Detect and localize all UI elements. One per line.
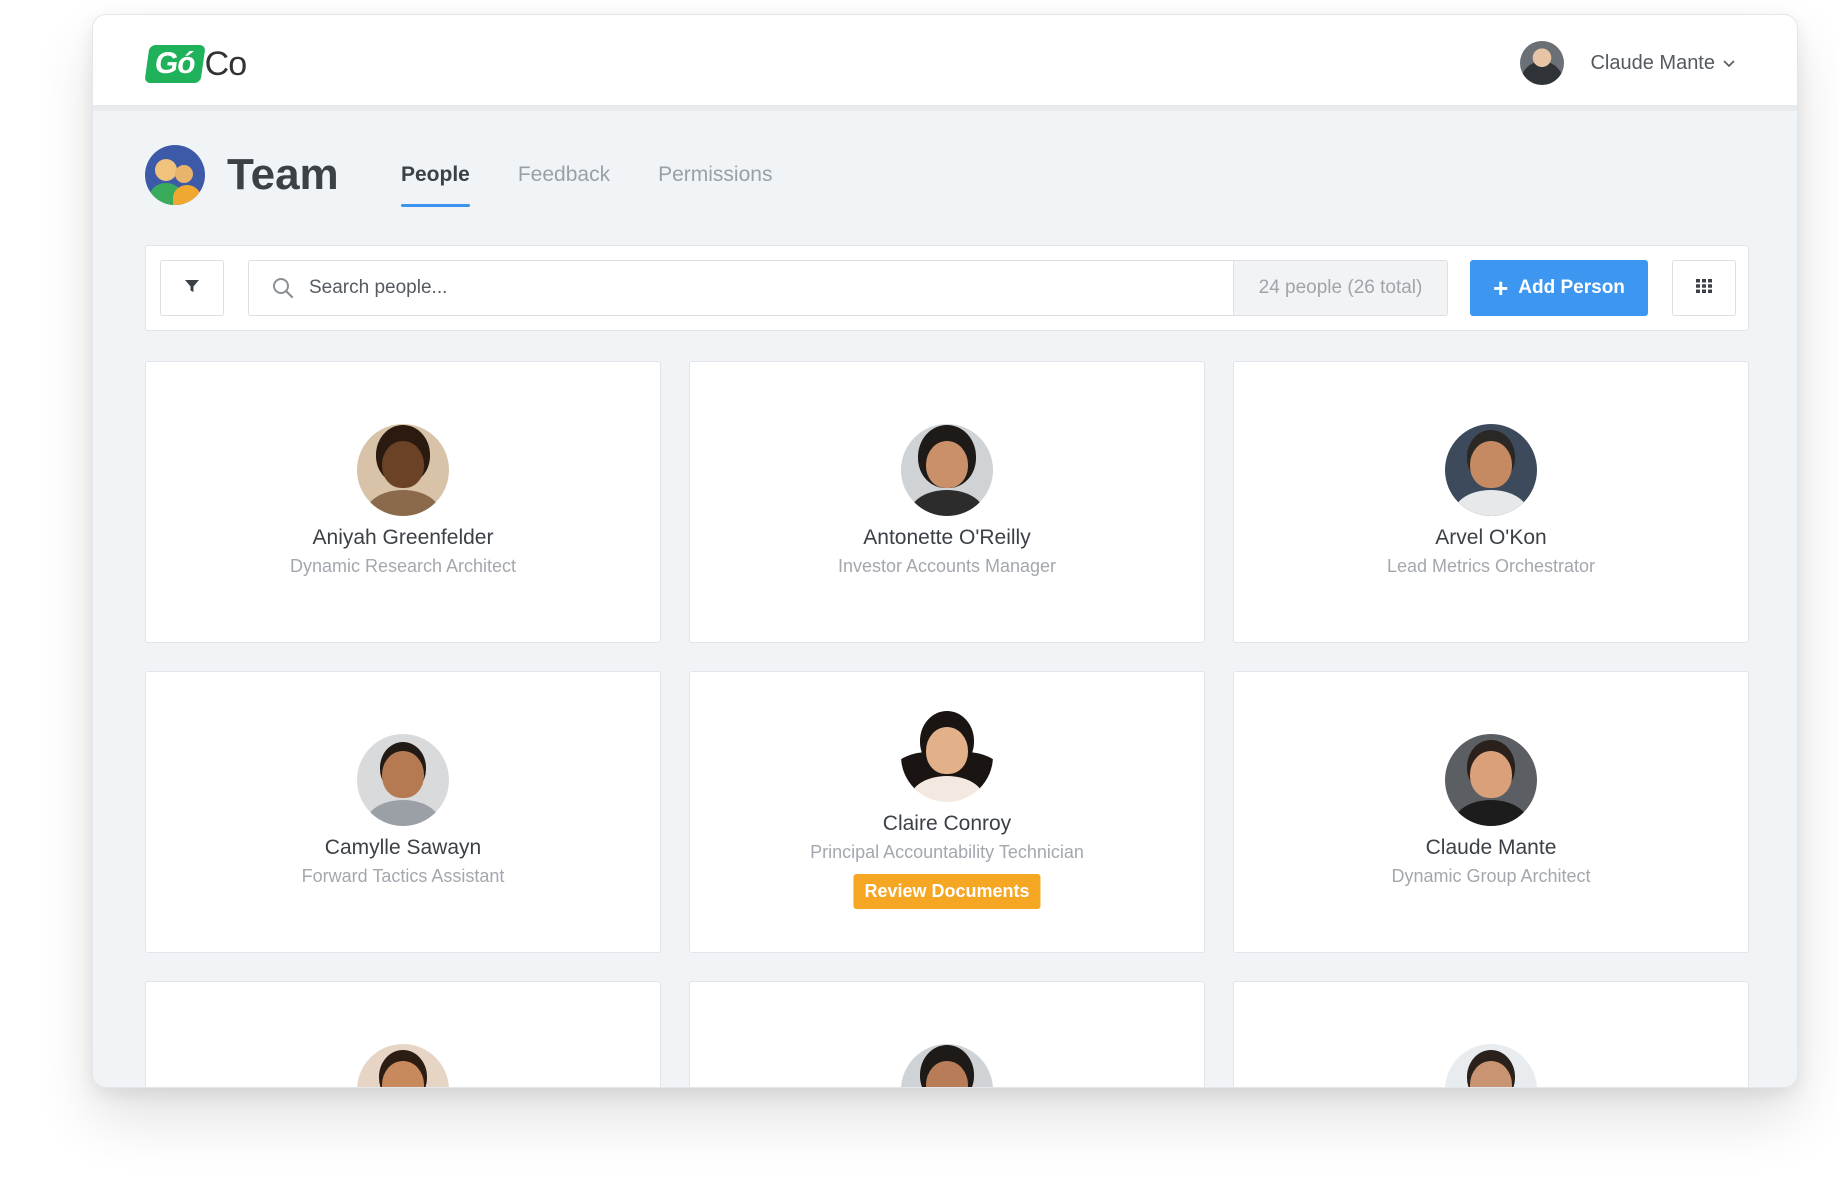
person-name: Aniyah Greenfelder — [312, 526, 494, 549]
grid-view-button[interactable] — [1672, 260, 1736, 316]
person-card[interactable] — [1233, 981, 1749, 1087]
filter-button[interactable] — [160, 260, 224, 316]
person-card[interactable]: Camylle Sawayn Forward Tactics Assistant — [145, 671, 661, 953]
person-avatar — [901, 424, 993, 516]
person-avatar — [357, 424, 449, 516]
person-card[interactable]: Arvel O'Kon Lead Metrics Orchestrator — [1233, 361, 1749, 643]
person-avatar — [357, 734, 449, 826]
plus-icon: + — [1493, 273, 1509, 303]
person-avatar — [1445, 734, 1537, 826]
person-avatar — [1445, 424, 1537, 516]
logo-mark: Gó — [144, 45, 206, 83]
user-name: Claude Mante — [1590, 51, 1715, 74]
page-header: Team — [145, 143, 339, 207]
add-person-button[interactable]: + Add Person — [1470, 260, 1648, 316]
filter-icon — [184, 278, 200, 299]
goco-logo[interactable]: Gó Co — [144, 41, 247, 87]
user-menu[interactable]: Claude Mante — [1520, 39, 1735, 87]
person-card[interactable]: Claude Mante Dynamic Group Architect — [1233, 671, 1749, 953]
person-card[interactable]: Aniyah Greenfelder Dynamic Research Arch… — [145, 361, 661, 643]
people-toolbar: 24 people (26 total) + Add Person — [145, 245, 1749, 331]
search-input[interactable] — [309, 277, 1209, 299]
person-role: Investor Accounts Manager — [837, 556, 1057, 576]
person-name: Arvel O'Kon — [1435, 526, 1547, 549]
top-bar: Gó Co Claude Mante — [93, 15, 1797, 111]
person-name: Camylle Sawayn — [324, 836, 482, 859]
grid-icon — [1696, 278, 1712, 298]
tab-feedback[interactable]: Feedback — [518, 143, 610, 207]
person-name: Claire Conroy — [882, 812, 1012, 835]
tab-permissions[interactable]: Permissions — [658, 143, 772, 207]
logo-text: Co — [204, 44, 247, 83]
person-role: Dynamic Research Architect — [289, 556, 517, 576]
search-box: 24 people (26 total) — [248, 260, 1448, 316]
person-avatar — [1445, 1044, 1537, 1087]
search-icon — [271, 276, 295, 300]
person-avatar — [357, 1044, 449, 1087]
person-avatar — [901, 710, 993, 802]
tab-people[interactable]: People — [401, 143, 470, 207]
person-avatar — [901, 1044, 993, 1087]
person-role: Forward Tactics Assistant — [301, 866, 505, 886]
person-name: Antonette O'Reilly — [863, 526, 1031, 549]
person-card[interactable] — [689, 981, 1205, 1087]
people-count: 24 people (26 total) — [1233, 261, 1447, 315]
person-role: Dynamic Group Architect — [1391, 866, 1591, 886]
person-card[interactable]: Claire Conroy Principal Accountability T… — [689, 671, 1205, 953]
person-role: Principal Accountability Technician — [810, 842, 1084, 862]
person-card[interactable]: Antonette O'Reilly Investor Accounts Man… — [689, 361, 1205, 643]
review-documents-badge[interactable]: Review Documents — [853, 874, 1041, 909]
chevron-down-icon — [1723, 55, 1735, 71]
add-person-label: Add Person — [1518, 277, 1625, 298]
user-avatar — [1520, 41, 1565, 85]
page-title: Team — [227, 150, 339, 199]
person-name: Claude Mante — [1425, 836, 1557, 859]
person-role: Lead Metrics Orchestrator — [1386, 556, 1596, 576]
tab-bar: People Feedback Permissions — [401, 143, 820, 207]
team-icon — [145, 145, 205, 205]
app-window: Gó Co Claude Mante Team People Feedback … — [92, 14, 1798, 1088]
person-card[interactable] — [145, 981, 661, 1087]
